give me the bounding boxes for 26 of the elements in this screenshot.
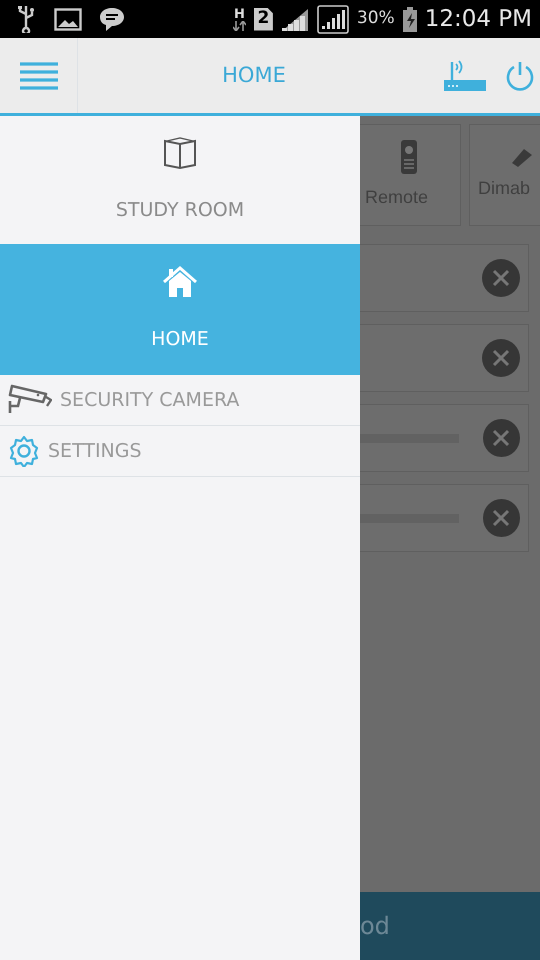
page-title: HOME (222, 62, 286, 89)
signal-icon (316, 4, 349, 34)
room-tab[interactable]: HOME (0, 244, 360, 375)
menu-icon (20, 62, 58, 90)
router-icon (444, 60, 486, 92)
settings-icon (8, 435, 40, 467)
settings-button[interactable] (482, 499, 520, 537)
power-icon (505, 60, 535, 90)
slider-track[interactable] (360, 514, 459, 522)
data-arrows-icon (232, 20, 246, 30)
slider-track[interactable] (360, 434, 459, 442)
menu-item[interactable]: SECURITY CAMERA (0, 375, 360, 426)
settings-button[interactable] (482, 419, 520, 457)
clock: 12:04 PM (424, 4, 532, 34)
battery-icon (402, 6, 417, 32)
room-tab[interactable]: STUDY ROOM (0, 116, 360, 244)
settings-button[interactable] (482, 339, 520, 377)
menu-item[interactable]: SETTINGS (0, 426, 360, 477)
settings-button[interactable] (482, 259, 520, 297)
battery-percent: 30% (356, 7, 395, 30)
sim-slot: 2 (254, 8, 273, 30)
network-type: H (234, 8, 245, 20)
chat-icon (98, 6, 126, 32)
signal-icon (280, 6, 309, 32)
image-icon (54, 8, 82, 30)
bottom-bar-text: od (360, 911, 390, 942)
